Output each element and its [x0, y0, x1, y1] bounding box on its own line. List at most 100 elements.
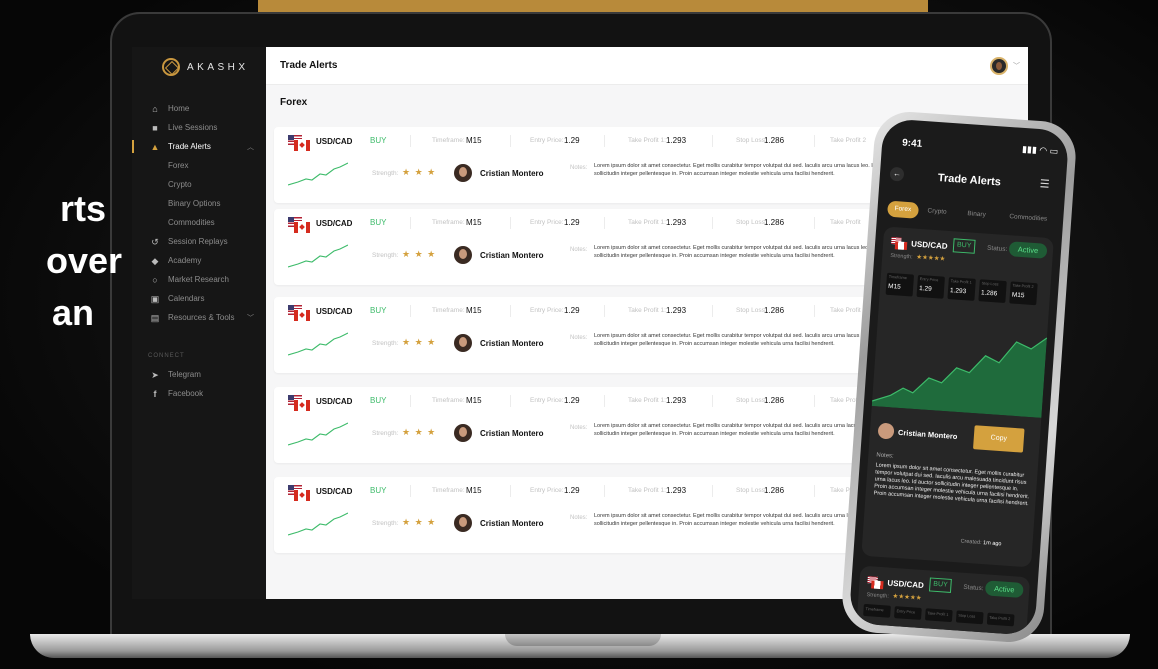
- sl-value: 1.286: [764, 218, 785, 227]
- avatar[interactable]: [454, 164, 472, 182]
- flag-usd-cad-icon: [867, 576, 884, 590]
- avatar[interactable]: [454, 246, 472, 264]
- connect-heading: CONNECT: [148, 353, 185, 359]
- avatar[interactable]: [454, 424, 472, 442]
- timeframe-value: M15: [466, 306, 482, 315]
- created-label: Created:: [960, 538, 982, 546]
- trader-name[interactable]: Cristian Montero: [480, 429, 544, 438]
- side-label: BUY: [370, 306, 387, 315]
- flag-usd-cad-icon: [288, 395, 310, 411]
- flag-usd-cad-icon: [891, 236, 908, 251]
- field-entry: Entry Price 1.29: [916, 274, 945, 299]
- status-label: Status:: [963, 583, 984, 593]
- sidebar-item-label: Resources & Tools: [168, 313, 235, 322]
- filter-icon[interactable]: ☰: [1039, 177, 1050, 191]
- pair-label: USD/CAD: [887, 578, 925, 591]
- chevron-down-icon[interactable]: ﹀: [247, 313, 254, 323]
- tab-crypto[interactable]: Crypto: [927, 203, 947, 220]
- entry-value: 1.29: [564, 396, 580, 405]
- divider: [604, 485, 605, 497]
- tp1-label: Take Profit 1:: [628, 307, 666, 314]
- trader-name[interactable]: Cristian Montero: [480, 339, 544, 348]
- avatar[interactable]: [990, 57, 1008, 75]
- promo-line-2: over: [46, 240, 123, 281]
- strength-label: Strength:: [372, 340, 399, 347]
- sidebar-item-session-replays[interactable]: ↺ Session Replays: [132, 232, 266, 251]
- sidebar-subitem-crypto[interactable]: Crypto: [132, 175, 266, 194]
- sidebar-item-telegram[interactable]: ➤ Telegram: [132, 365, 266, 384]
- sidebar-item-calendars[interactable]: ▣ Calendars: [132, 289, 266, 308]
- status-badge: Active: [1008, 241, 1048, 259]
- area-fill: [871, 338, 1047, 418]
- sidebar-subitem-binary-options[interactable]: Binary Options: [132, 194, 266, 213]
- entry-label: Entry Price:: [530, 137, 564, 144]
- divider: [510, 395, 511, 407]
- side-label: BUY: [370, 396, 387, 405]
- avatar[interactable]: [454, 334, 472, 352]
- pair-label: USD/CAD: [316, 219, 353, 228]
- strength-stars-icon: ★ ★ ★: [402, 427, 437, 437]
- social-links: ➤ Telegram f Facebook: [132, 365, 266, 403]
- timeframe-label: Timeframe:: [432, 307, 465, 314]
- status-badge: Active: [984, 580, 1024, 598]
- sidebar-subitem-forex[interactable]: Forex: [132, 156, 266, 175]
- tab-commodities[interactable]: Commodities: [1009, 209, 1048, 228]
- top-bar: Trade Alerts ﹀: [266, 47, 1028, 85]
- sl-label: Stop Loss:: [736, 219, 767, 226]
- sidebar: AKASHX ⌂ Home ■ Live Sessions ▲ Trade Al…: [132, 47, 266, 599]
- phone-alert-card[interactable]: USD/CAD BUY Status: Active Strength: ★★★…: [861, 226, 1054, 568]
- strength-stars-icon: ★ ★ ★: [402, 167, 437, 177]
- divider: [604, 395, 605, 407]
- field-timeframe: Timeframe M15: [885, 272, 915, 297]
- logo[interactable]: AKASHX: [162, 57, 249, 77]
- replay-icon: ↺: [151, 236, 159, 247]
- created-value: 1m ago: [982, 540, 1002, 548]
- pair-label: USD/CAD: [316, 487, 353, 496]
- notes-text: Lorem ipsum dolor sit amet consectetur. …: [594, 163, 893, 177]
- sidebar-item-live-sessions[interactable]: ■ Live Sessions: [132, 118, 266, 137]
- phone-alert-card[interactable]: USD/CAD BUY Status: Active Strength: ★★★…: [856, 565, 1031, 636]
- strength-stars-icon: ★ ★ ★: [402, 337, 437, 347]
- field-tp2: Take Profit 2 M15: [1009, 281, 1038, 306]
- pair-label: USD/CAD: [316, 137, 353, 146]
- notes-text: Lorem ipsum dolor sit amet consectetur. …: [873, 462, 1030, 508]
- divider: [410, 395, 411, 407]
- trader-name[interactable]: Cristian Montero: [480, 519, 544, 528]
- strength-stars-icon: ★★★★★: [892, 592, 922, 602]
- sparkline-chart: [288, 332, 348, 356]
- sidebar-subitem-commodities[interactable]: Commodities: [132, 213, 266, 232]
- promo-line-1: rts: [60, 188, 107, 229]
- sidebar-item-label: Trade Alerts: [168, 142, 211, 151]
- entry-value: 1.29: [564, 218, 580, 227]
- timeframe-label: Timeframe:: [432, 219, 465, 226]
- sidebar-item-facebook[interactable]: f Facebook: [132, 384, 266, 403]
- sidebar-item-home[interactable]: ⌂ Home: [132, 99, 266, 118]
- chevron-up-icon[interactable]: ︿: [247, 142, 254, 152]
- tp2-label: Take Profit: [830, 307, 861, 314]
- side-label: BUY: [370, 218, 387, 227]
- sparkline-chart: [288, 162, 348, 186]
- tp1-value: 1.293: [666, 136, 687, 145]
- search-icon: ○: [152, 274, 158, 285]
- divider: [814, 305, 815, 317]
- tp1-label: Take Profit 1:: [628, 397, 666, 404]
- chevron-down-icon[interactable]: ﹀: [1013, 61, 1020, 71]
- field-label: Take Profit 2: [986, 612, 1015, 627]
- timeframe-label: Timeframe:: [432, 397, 465, 404]
- trader-name[interactable]: Cristian Montero: [480, 251, 544, 260]
- tab-binary[interactable]: Binary: [967, 206, 987, 223]
- sidebar-item-trade-alerts[interactable]: ▲ Trade Alerts ︿: [132, 137, 266, 156]
- sidebar-item-academy[interactable]: ◆ Academy: [132, 251, 266, 270]
- sidebar-item-market-research[interactable]: ○ Market Research: [132, 270, 266, 289]
- sidebar-item-resources-tools[interactable]: ▤ Resources & Tools ﹀: [132, 308, 266, 327]
- trader-name[interactable]: Cristian Montero: [480, 169, 544, 178]
- copy-button[interactable]: Copy: [973, 425, 1025, 453]
- divider: [712, 305, 713, 317]
- avatar: [877, 422, 895, 440]
- back-arrow-icon[interactable]: ←: [889, 166, 905, 182]
- tab-forex[interactable]: Forex: [887, 200, 919, 219]
- divider: [410, 485, 411, 497]
- tp1-value: 1.293: [666, 306, 687, 315]
- sidebar-nav: ⌂ Home ■ Live Sessions ▲ Trade Alerts ︿ …: [132, 99, 266, 327]
- avatar[interactable]: [454, 514, 472, 532]
